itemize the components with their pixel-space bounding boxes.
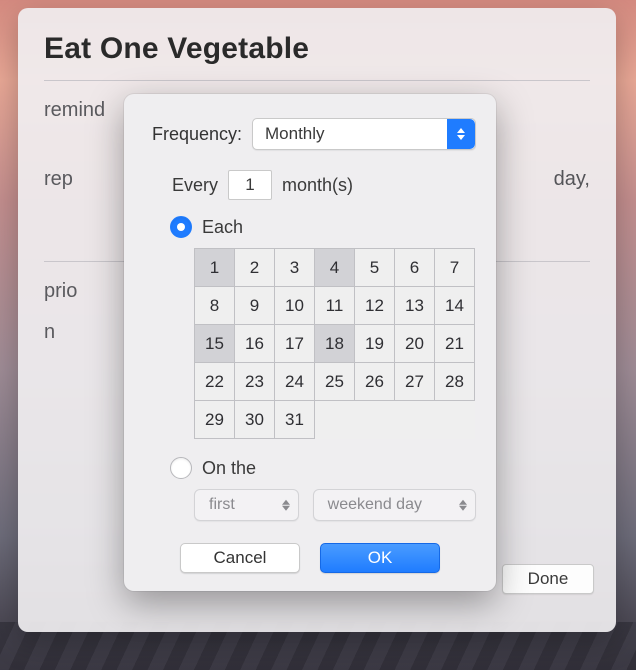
frequency-label: Frequency:: [144, 124, 252, 145]
day-cell-25[interactable]: 25: [315, 363, 355, 401]
day-cell-4[interactable]: 4: [315, 249, 355, 287]
dayofweek-select[interactable]: weekend day: [313, 489, 476, 521]
frequency-select[interactable]: Monthly: [252, 118, 476, 150]
day-cell-13[interactable]: 13: [395, 287, 435, 325]
day-cell-11[interactable]: 11: [315, 287, 355, 325]
day-cell-21[interactable]: 21: [435, 325, 475, 363]
day-cell-12[interactable]: 12: [355, 287, 395, 325]
day-cell-8[interactable]: 8: [195, 287, 235, 325]
on-the-radio[interactable]: [170, 457, 192, 479]
each-label: Each: [202, 217, 243, 238]
select-stepper-icon: [447, 119, 475, 149]
custom-repeat-popover: Frequency: Monthly Every 1 month(s) Each…: [124, 94, 496, 591]
priority-label: prio: [44, 280, 136, 303]
repeat-label: rep: [44, 168, 136, 191]
each-radio[interactable]: [170, 216, 192, 238]
day-cell-17[interactable]: 17: [275, 325, 315, 363]
frequency-value: Monthly: [265, 124, 325, 144]
day-cell-14[interactable]: 14: [435, 287, 475, 325]
day-cell-10[interactable]: 10: [275, 287, 315, 325]
every-label: Every: [172, 175, 218, 196]
day-cell-6[interactable]: 6: [395, 249, 435, 287]
ordinal-value: first: [209, 496, 235, 514]
done-button[interactable]: Done: [502, 564, 594, 594]
day-cell-24[interactable]: 24: [275, 363, 315, 401]
day-cell-28[interactable]: 28: [435, 363, 475, 401]
day-cell-16[interactable]: 16: [235, 325, 275, 363]
every-value-input[interactable]: 1: [228, 170, 272, 200]
day-cell-2[interactable]: 2: [235, 249, 275, 287]
day-cell-3[interactable]: 3: [275, 249, 315, 287]
day-cell-27[interactable]: 27: [395, 363, 435, 401]
day-cell-19[interactable]: 19: [355, 325, 395, 363]
cancel-button[interactable]: Cancel: [180, 543, 300, 573]
day-cell-7[interactable]: 7: [435, 249, 475, 287]
day-cell-31[interactable]: 31: [275, 401, 315, 439]
day-cell-5[interactable]: 5: [355, 249, 395, 287]
ordinal-select[interactable]: first: [194, 489, 299, 521]
every-unit: month(s): [282, 175, 353, 196]
day-cell-30[interactable]: 30: [235, 401, 275, 439]
day-cell-1[interactable]: 1: [195, 249, 235, 287]
on-the-label: On the: [202, 458, 256, 479]
reminder-title: Eat One Vegetable: [44, 32, 590, 66]
day-of-month-grid: 1234567891011121314151617181920212223242…: [194, 248, 475, 439]
day-cell-20[interactable]: 20: [395, 325, 435, 363]
day-cell-18[interactable]: 18: [315, 325, 355, 363]
dayofweek-value: weekend day: [328, 496, 422, 514]
day-cell-15[interactable]: 15: [195, 325, 235, 363]
notes-label: n: [44, 321, 136, 344]
day-cell-29[interactable]: 29: [195, 401, 235, 439]
day-cell-22[interactable]: 22: [195, 363, 235, 401]
day-cell-26[interactable]: 26: [355, 363, 395, 401]
ok-button[interactable]: OK: [320, 543, 440, 573]
day-cell-9[interactable]: 9: [235, 287, 275, 325]
remind-label: remind: [44, 99, 136, 122]
divider: [44, 80, 590, 81]
day-cell-23[interactable]: 23: [235, 363, 275, 401]
